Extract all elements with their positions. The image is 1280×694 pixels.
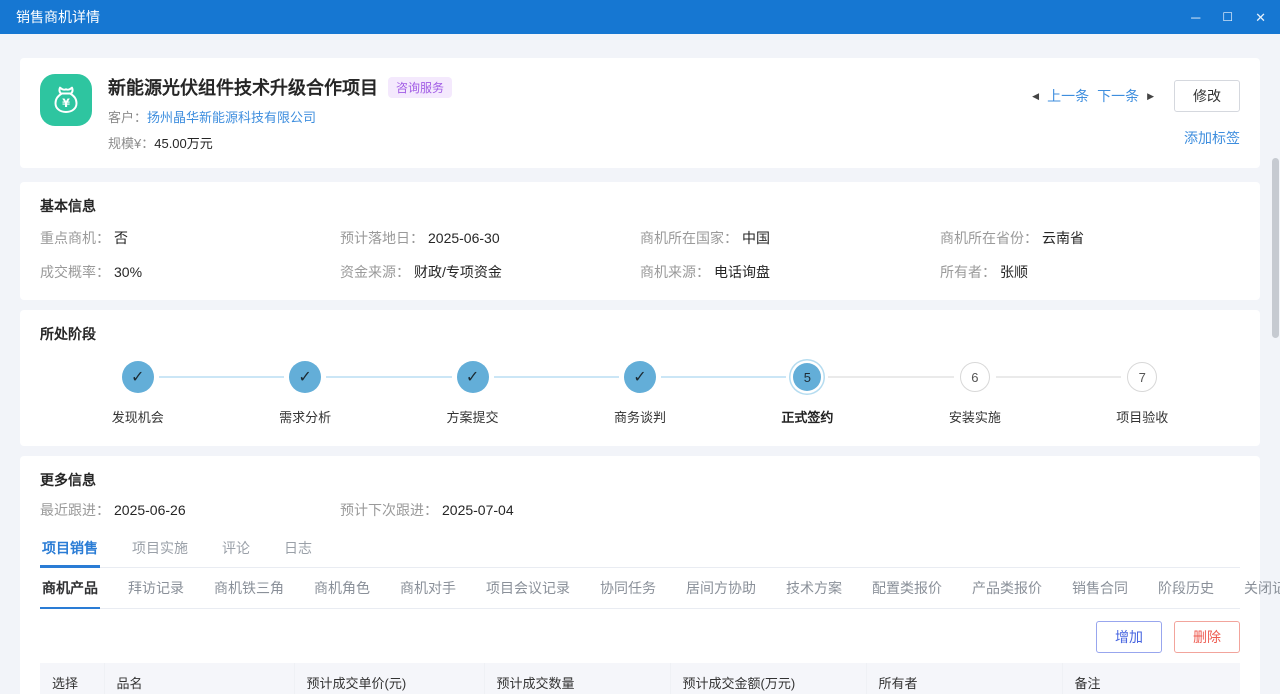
check-icon: ✓ bbox=[623, 361, 656, 393]
window-titlebar: 销售商机详情 ─ ☐ ✕ bbox=[0, 0, 1280, 34]
subtab-collaboration-tasks[interactable]: 协同任务 bbox=[598, 568, 658, 608]
next-record-link[interactable]: 下一条 bbox=[1097, 86, 1139, 106]
col-remark: 备注 bbox=[1062, 663, 1240, 694]
subtab-iron-triangle[interactable]: 商机铁三角 bbox=[212, 568, 286, 608]
tab-project-implementation[interactable]: 项目实施 bbox=[130, 532, 190, 567]
table-actions: 增加 删除 bbox=[40, 621, 1240, 653]
delete-button[interactable]: 删除 bbox=[1174, 621, 1240, 653]
field-country: 商机所在国家： 中国 bbox=[640, 230, 770, 246]
stage-step-1[interactable]: ✓ 发现机会 bbox=[54, 360, 221, 426]
subtab-technical-proposal[interactable]: 技术方案 bbox=[784, 568, 844, 608]
field-key-opportunity: 重点商机：否 bbox=[40, 230, 128, 246]
stage-step-5-current[interactable]: 5 正式签约 bbox=[660, 360, 891, 426]
stage-step-3[interactable]: ✓ 方案提交 bbox=[325, 360, 556, 426]
subtab-intermediary-assist[interactable]: 居间方协助 bbox=[684, 568, 758, 608]
subtab-opportunity-products[interactable]: 商机产品 bbox=[40, 568, 100, 609]
header-actions: ◀ 上一条 下一条 ▶ 修改 添加标签 bbox=[1032, 74, 1240, 148]
subtab-stage-history[interactable]: 阶段历史 bbox=[1156, 568, 1216, 608]
prev-record-link[interactable]: 上一条 bbox=[1047, 86, 1089, 106]
tab-project-sales[interactable]: 项目销售 bbox=[40, 532, 100, 568]
subtab-close-records[interactable]: 关闭记录 bbox=[1242, 568, 1280, 608]
tab-logs[interactable]: 日志 bbox=[282, 532, 314, 567]
step-number-badge: 6 bbox=[959, 362, 990, 392]
col-amount: 预计成交金额(万元) bbox=[670, 663, 867, 694]
customer-label: 客户： bbox=[108, 110, 148, 125]
check-icon: ✓ bbox=[121, 361, 154, 393]
tab-comments[interactable]: 评论 bbox=[220, 532, 252, 567]
stage-step-7[interactable]: 7 项目验收 bbox=[995, 360, 1226, 426]
page-body: ¥ 新能源光伏组件技术升级合作项目 咨询服务 客户：扬州晶华新能源科技有限公司 … bbox=[0, 34, 1280, 694]
close-icon[interactable]: ✕ bbox=[1255, 11, 1266, 24]
primary-tabs: 项目销售 项目实施 评论 日志 bbox=[40, 532, 1240, 568]
add-button[interactable]: 增加 bbox=[1096, 621, 1162, 653]
add-tag-link[interactable]: 添加标签 bbox=[1184, 128, 1240, 148]
subtab-opportunity-roles[interactable]: 商机角色 bbox=[312, 568, 372, 608]
opportunity-type-badge: 咨询服务 bbox=[388, 76, 453, 98]
stage-title: 所处阶段 bbox=[40, 326, 96, 342]
opportunity-title: 新能源光伏组件技术升级合作项目 bbox=[108, 78, 378, 98]
check-icon: ✓ bbox=[289, 361, 322, 393]
field-expected-close-date: 预计落地日： 2025-06-30 bbox=[340, 230, 500, 246]
next-arrow-icon[interactable]: ▶ bbox=[1147, 91, 1154, 102]
scale-label: 规模¥： bbox=[108, 136, 155, 151]
field-lead-source: 商机来源： 电话询盘 bbox=[640, 264, 770, 280]
col-unit-price: 预计成交单价(元) bbox=[294, 663, 485, 694]
customer-link[interactable]: 扬州晶华新能源科技有限公司 bbox=[147, 110, 316, 125]
svg-text:¥: ¥ bbox=[62, 97, 70, 110]
more-info-fields: 最近跟进： 2025-06-26 预计下次跟进： 2025-07-04 bbox=[40, 500, 1240, 520]
basic-info-fields: 重点商机：否 预计落地日： 2025-06-30 商机所在国家： 中国 商机所在省份… bbox=[40, 228, 1240, 282]
prev-arrow-icon[interactable]: ◀ bbox=[1032, 91, 1039, 102]
money-bag-icon: ¥ bbox=[40, 74, 92, 126]
subtab-sales-contracts[interactable]: 销售合同 bbox=[1070, 568, 1130, 608]
table-header-row: 选择 品名 预计成交单价(元) 预计成交数量 预计成交金额(万元) 所有者 备注 bbox=[40, 663, 1240, 694]
minimize-icon[interactable]: ─ bbox=[1191, 11, 1200, 24]
products-table: 选择 品名 预计成交单价(元) 预计成交数量 预计成交金额(万元) 所有者 备注… bbox=[40, 663, 1240, 694]
more-info-card: 更多信息 最近跟进： 2025-06-26 预计下次跟进： 2025-07-04 项… bbox=[20, 456, 1280, 694]
scale-value: 45.00万元 bbox=[154, 136, 213, 151]
subtab-visit-records[interactable]: 拜访记录 bbox=[126, 568, 186, 608]
step-number-badge: 5 bbox=[793, 363, 822, 391]
basic-info-card: 基本信息 重点商机：否 预计落地日： 2025-06-30 商机所在国家： 中国 商… bbox=[20, 182, 1260, 300]
basic-info-title: 基本信息 bbox=[40, 198, 96, 214]
col-quantity: 预计成交数量 bbox=[484, 663, 671, 694]
maximize-icon[interactable]: ☐ bbox=[1222, 11, 1233, 23]
opportunity-summary: 新能源光伏组件技术升级合作项目 咨询服务 客户：扬州晶华新能源科技有限公司 规模… bbox=[108, 74, 1032, 152]
subtab-config-quotes[interactable]: 配置类报价 bbox=[870, 568, 944, 608]
stage-stepper: ✓ 发现机会 ✓ 需求分析 ✓ 方案提交 ✓ 商务谈判 5 正式签约 6 安装实… bbox=[40, 360, 1240, 426]
vertical-scrollbar[interactable] bbox=[1272, 158, 1279, 338]
more-info-title: 更多信息 bbox=[40, 472, 96, 488]
col-product-name: 品名 bbox=[104, 663, 295, 694]
secondary-tabs: 商机产品 拜访记录 商机铁三角 商机角色 商机对手 项目会议记录 协同任务 居间… bbox=[40, 568, 1280, 609]
check-icon: ✓ bbox=[456, 361, 489, 393]
stage-card: 所处阶段 ✓ 发现机会 ✓ 需求分析 ✓ 方案提交 ✓ 商务谈判 5 正式签约 bbox=[20, 310, 1260, 446]
field-next-followup: 预计下次跟进： 2025-07-04 bbox=[340, 502, 514, 518]
subtab-competitors[interactable]: 商机对手 bbox=[398, 568, 458, 608]
field-funding-source: 资金来源： 财政/专项资金 bbox=[340, 264, 502, 280]
col-owner: 所有者 bbox=[866, 663, 1063, 694]
field-win-probability: 成交概率： 30% bbox=[40, 264, 143, 280]
opportunity-header-card: ¥ 新能源光伏组件技术升级合作项目 咨询服务 客户：扬州晶华新能源科技有限公司 … bbox=[20, 58, 1260, 168]
field-owner: 所有者： 张顺 bbox=[940, 264, 1028, 280]
field-last-followup: 最近跟进： 2025-06-26 bbox=[40, 502, 186, 518]
subtab-product-quotes[interactable]: 产品类报价 bbox=[970, 568, 1044, 608]
stage-step-6[interactable]: 6 安装实施 bbox=[828, 360, 1058, 426]
subtab-meeting-records[interactable]: 项目会议记录 bbox=[484, 568, 572, 608]
step-number-badge: 7 bbox=[1127, 362, 1158, 392]
window-controls: ─ ☐ ✕ bbox=[1191, 11, 1266, 24]
stage-step-4[interactable]: ✓ 商务谈判 bbox=[493, 360, 723, 426]
field-province: 商机所在省份： 云南省 bbox=[940, 230, 1084, 246]
stage-step-2[interactable]: ✓ 需求分析 bbox=[158, 360, 388, 426]
window-title: 销售商机详情 bbox=[16, 9, 100, 25]
col-select: 选择 bbox=[40, 663, 105, 694]
edit-button[interactable]: 修改 bbox=[1174, 80, 1240, 112]
